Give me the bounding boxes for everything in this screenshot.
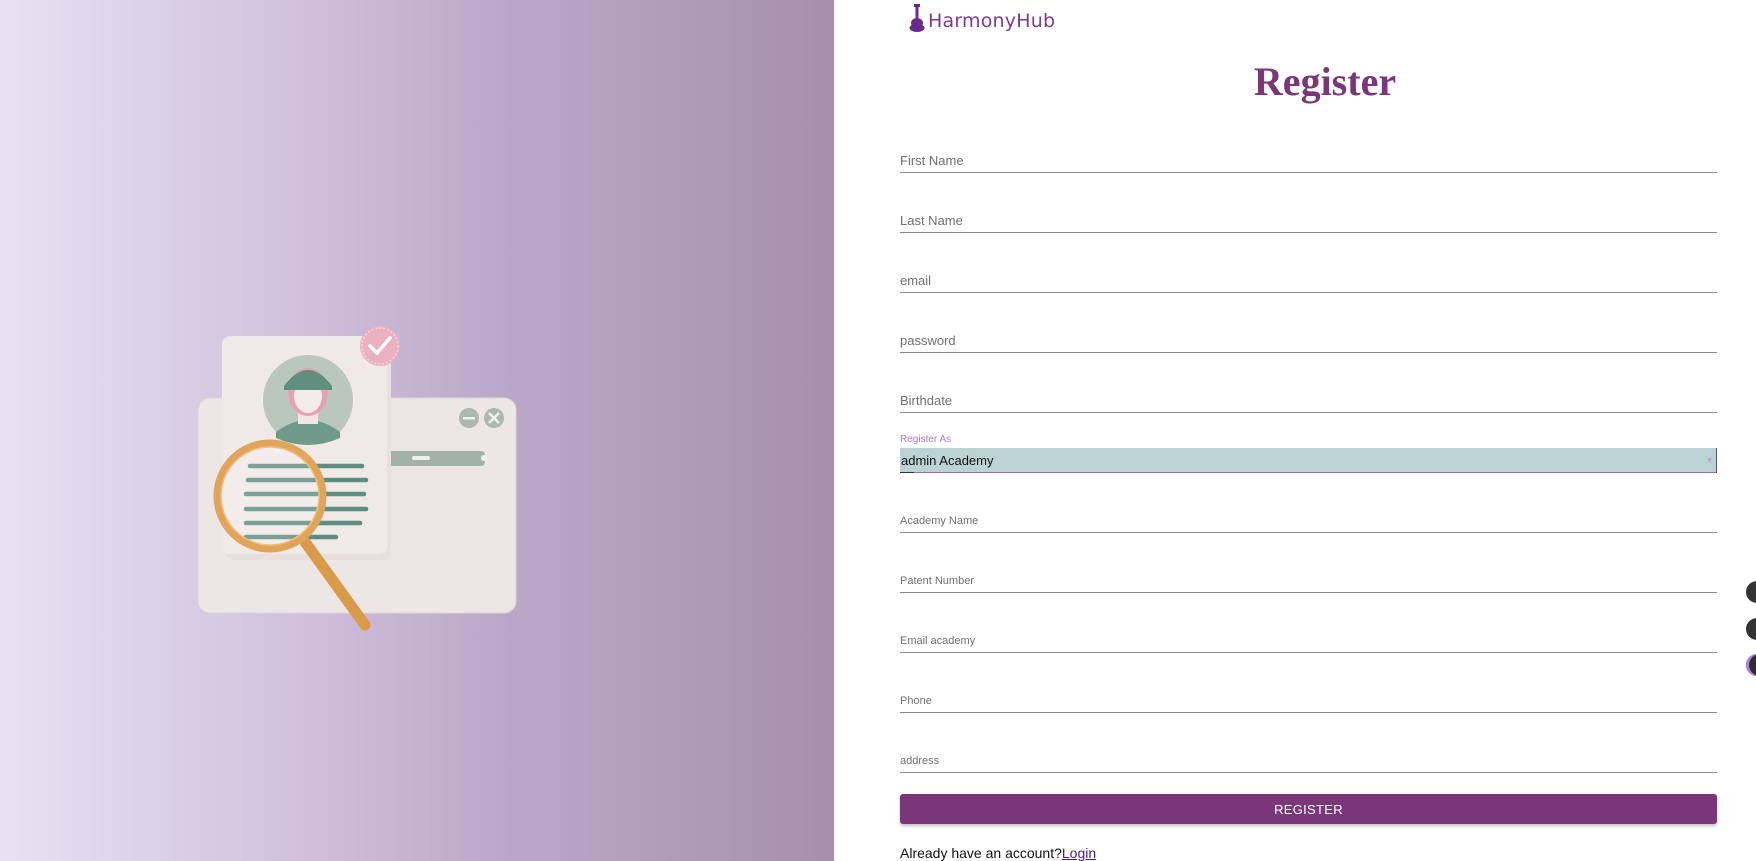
password-input[interactable] (900, 323, 1717, 352)
phone-field (900, 683, 1717, 713)
login-link[interactable]: Login (1062, 845, 1096, 861)
register-form-panel: HarmonyHub Register Register As admin Ac… (834, 0, 1756, 861)
password-field (900, 323, 1717, 353)
brand-logo[interactable]: HarmonyHub (908, 0, 1055, 32)
register-as-label: Register As (900, 434, 952, 445)
academy-name-input[interactable] (900, 503, 1717, 532)
patent-number-field (900, 563, 1717, 593)
birthdate-input[interactable] (900, 383, 1717, 412)
email-academy-input[interactable] (900, 623, 1717, 652)
register-as-selected-value: admin Academy (901, 452, 994, 468)
guitar-icon (909, 4, 925, 32)
chevron-down-icon[interactable]: ▾ (1703, 447, 1717, 473)
illustration-panel (0, 0, 834, 861)
select-underline (900, 472, 914, 473)
email-field (900, 263, 1717, 293)
register-as-select[interactable]: admin Academy ▾ (900, 447, 1717, 473)
last-name-field (900, 203, 1717, 233)
brand-name: HarmonyHub (928, 10, 1056, 32)
academy-name-field (900, 503, 1717, 533)
login-prompt-row: Already have an account?Login (900, 845, 1096, 861)
first-name-input[interactable] (900, 143, 1717, 172)
address-field (900, 743, 1717, 773)
register-button[interactable]: REGISTER (900, 794, 1717, 824)
last-name-input[interactable] (900, 203, 1717, 232)
phone-input[interactable] (900, 683, 1717, 712)
birthdate-field (900, 383, 1717, 413)
email-academy-field (900, 623, 1717, 653)
address-input[interactable] (900, 743, 1717, 772)
register-page: HarmonyHub Register Register As admin Ac… (0, 0, 1756, 861)
side-widget-button[interactable] (1746, 618, 1756, 640)
side-widget-button[interactable] (1746, 581, 1756, 603)
page-title: Register (1253, 59, 1397, 104)
first-name-field (900, 143, 1717, 173)
profile-search-illustration (197, 326, 517, 631)
email-input[interactable] (900, 263, 1717, 292)
side-widget-button[interactable] (1746, 654, 1756, 676)
login-prompt-text: Already have an account? (900, 845, 1062, 861)
patent-number-input[interactable] (900, 563, 1717, 592)
